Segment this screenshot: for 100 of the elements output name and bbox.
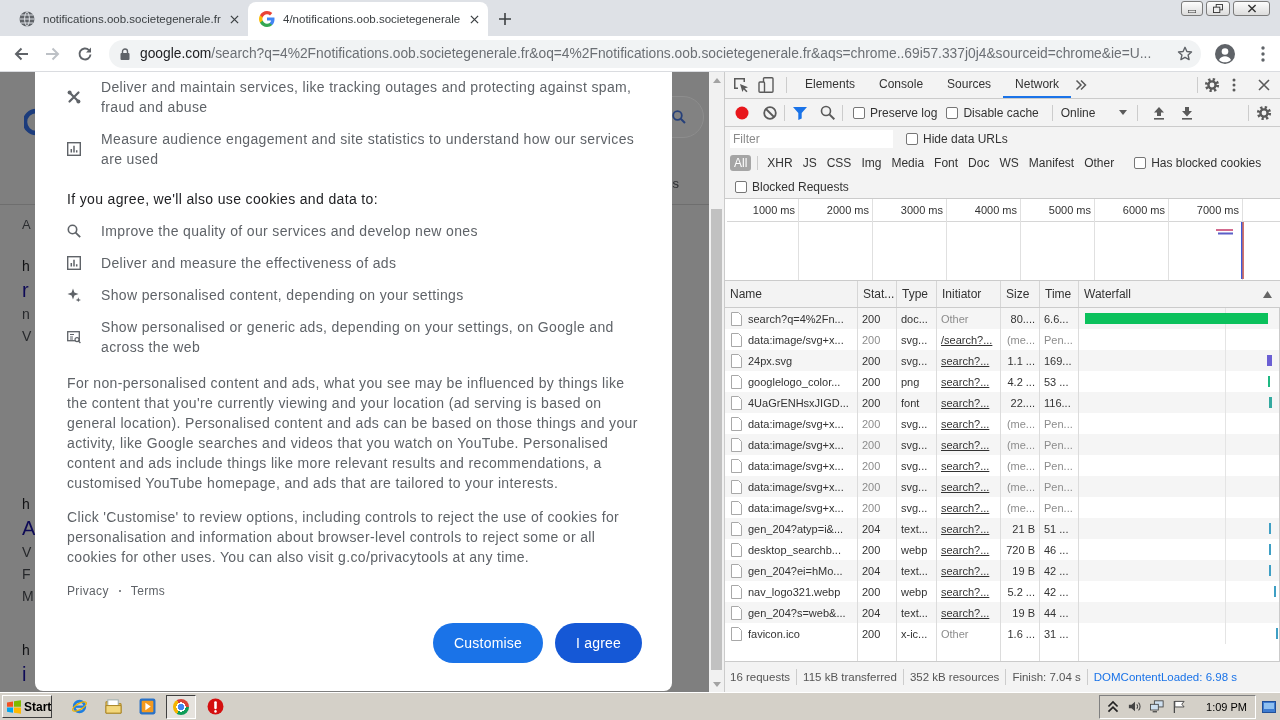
minimize-button[interactable]	[1181, 1, 1203, 16]
inspect-element-icon[interactable]	[733, 77, 749, 93]
checkbox-label[interactable]: Preserve log	[870, 105, 938, 120]
type-filter[interactable]: Other	[1080, 155, 1119, 171]
record-icon[interactable]	[735, 105, 749, 120]
double-chevron-icon[interactable]	[1075, 79, 1088, 91]
initiator-link[interactable]: search?...	[941, 438, 990, 451]
browser-tab[interactable]: 4/notifications.oob.societegenerale	[248, 2, 488, 36]
column-header[interactable]: Waterfall	[1084, 287, 1131, 301]
speaker-icon[interactable]	[1128, 700, 1143, 713]
initiator-link[interactable]: search?...	[941, 459, 990, 472]
request-row[interactable]: 4UaGrENHsxJIGD... 200 font search?... 22.... 116...	[725, 392, 1280, 413]
result-url[interactable]: h	[22, 639, 30, 661]
upload-icon[interactable]	[1152, 105, 1165, 120]
type-filter[interactable]: CSS	[822, 155, 856, 171]
checkbox-label[interactable]: Hide data URLs	[923, 132, 1008, 146]
show-desktop-icon[interactable]	[1262, 700, 1276, 713]
close-window-button[interactable]	[1233, 1, 1270, 16]
tab-label[interactable]: s	[672, 174, 679, 204]
filter-icon[interactable]	[792, 104, 808, 121]
column-header[interactable]: Initiator	[942, 287, 982, 301]
initiator-link[interactable]: search?...	[941, 354, 990, 367]
download-icon[interactable]	[1180, 105, 1193, 120]
request-row[interactable]: data:image/svg+x... 200 svg... search?... (me... Pen...	[725, 434, 1280, 455]
footer-link[interactable]: Privacy	[67, 581, 109, 601]
clear-icon[interactable]	[763, 105, 777, 120]
request-row[interactable]: data:image/svg+x... 200 svg... search?... (me... Pen...	[725, 476, 1280, 497]
type-filter[interactable]: WS	[995, 155, 1023, 171]
close-tab-icon[interactable]	[470, 14, 479, 24]
back-arrow-icon[interactable]	[13, 45, 29, 62]
devtools-tab[interactable]: Sources	[935, 72, 1004, 98]
scrollbar-thumb[interactable]	[711, 209, 722, 670]
column-header[interactable]: Name	[730, 287, 762, 301]
type-filter[interactable]: Img	[857, 155, 886, 171]
request-row[interactable]: gen_204?s=web&... 204 text... search?... 19 B 44 ...	[725, 602, 1280, 623]
checkbox-label[interactable]: Has blocked cookies	[1151, 156, 1262, 170]
request-row[interactable]: search?q=4%2Fn... 200 doc... Other 80.... 6.6...	[725, 308, 1280, 329]
new-tab-icon[interactable]	[499, 13, 511, 25]
initiator-link[interactable]: /search?...	[941, 333, 993, 346]
checkbox[interactable]	[735, 180, 747, 193]
request-row[interactable]: 24px.svg 200 svg... search?... 1.1 ... 169...	[725, 350, 1280, 371]
result-title[interactable]: A	[22, 515, 36, 541]
initiator-link[interactable]: search?...	[941, 606, 990, 619]
settings-icon[interactable]	[1256, 104, 1272, 121]
result-title[interactable]: r	[22, 277, 29, 303]
initiator-link[interactable]: search?...	[941, 375, 990, 388]
footer-link[interactable]: Terms	[130, 581, 166, 601]
type-filter[interactable]: Manifest	[1024, 155, 1079, 171]
search-icon[interactable]	[820, 105, 835, 120]
settings-icon[interactable]	[1204, 77, 1220, 93]
initiator-link[interactable]: search?...	[941, 417, 990, 430]
checkbox[interactable]	[853, 106, 865, 119]
checkbox[interactable]	[946, 106, 959, 119]
column-header[interactable]: Stat...	[863, 287, 895, 301]
menu-icon[interactable]	[1261, 45, 1265, 62]
column-header[interactable]: Size	[1006, 287, 1030, 301]
initiator-link[interactable]: search?...	[941, 522, 990, 535]
sort-triangle-icon[interactable]	[1263, 290, 1272, 298]
initiator-link[interactable]: search?...	[941, 396, 990, 409]
type-filter[interactable]: Font	[930, 155, 963, 171]
close-icon[interactable]	[1258, 79, 1270, 91]
devtools-tab[interactable]: Elements	[793, 72, 868, 98]
flag-icon[interactable]	[1172, 700, 1187, 713]
result-title[interactable]: i	[22, 661, 27, 687]
start-button[interactable]: Start	[2, 695, 52, 718]
network-icon[interactable]	[1150, 700, 1165, 713]
clock[interactable]: 1:09 PM	[1206, 700, 1247, 713]
restore-button[interactable]	[1206, 1, 1230, 16]
result-url[interactable]: h	[22, 255, 30, 277]
close-tab-icon[interactable]	[230, 14, 239, 24]
device-toolbar-icon[interactable]	[758, 77, 774, 93]
agree-button[interactable]: I agree	[555, 623, 642, 663]
throttling-dropdown[interactable]: Online	[1059, 105, 1130, 120]
address-bar[interactable]: google.com/search?q=4%2Fnotifications.oob.societegenerale.fr&oq=4%2Fnotifications.oob.societegenerale.fr&aqs=chrome..69i57.337j0j4&sourceid=chrome&ie=U...	[109, 39, 1201, 68]
type-filter[interactable]: XHR	[763, 155, 797, 171]
type-filter[interactable]: JS	[798, 155, 821, 171]
request-row[interactable]: favicon.ico 200 x-ic... Other 1.6 ... 31 ...	[725, 623, 1280, 644]
customise-button[interactable]: Customise	[433, 623, 543, 663]
checkbox-label[interactable]: Disable cache	[963, 105, 1039, 120]
initiator-link[interactable]: search?...	[941, 564, 990, 577]
checkbox-label[interactable]: Blocked Requests	[752, 179, 849, 194]
initiator-link[interactable]: search?...	[941, 501, 990, 514]
initiator-link[interactable]: search?...	[941, 480, 990, 493]
account-icon[interactable]	[1215, 43, 1235, 64]
initiator-link[interactable]: search?...	[941, 543, 990, 556]
taskbar-app-button[interactable]	[166, 694, 196, 719]
request-row[interactable]: gen_204?ei=hMo... 204 text... search?... 19 B 42 ...	[725, 560, 1280, 581]
devtools-tab[interactable]: Console	[867, 72, 936, 98]
column-header[interactable]: Time	[1045, 287, 1072, 301]
initiator-link[interactable]: search?...	[941, 585, 990, 598]
checkbox[interactable]	[1134, 157, 1147, 169]
type-filter[interactable]: Doc	[964, 155, 994, 171]
column-header[interactable]: Type	[902, 287, 928, 301]
bookmark-star-icon[interactable]	[1177, 45, 1193, 62]
result-url[interactable]: h	[22, 493, 30, 515]
chevron-up-icon[interactable]	[1106, 700, 1121, 713]
more-options-icon[interactable]	[1232, 78, 1236, 92]
checkbox[interactable]	[906, 133, 918, 145]
type-filter[interactable]: Media	[887, 155, 929, 171]
reload-icon[interactable]	[77, 45, 93, 62]
